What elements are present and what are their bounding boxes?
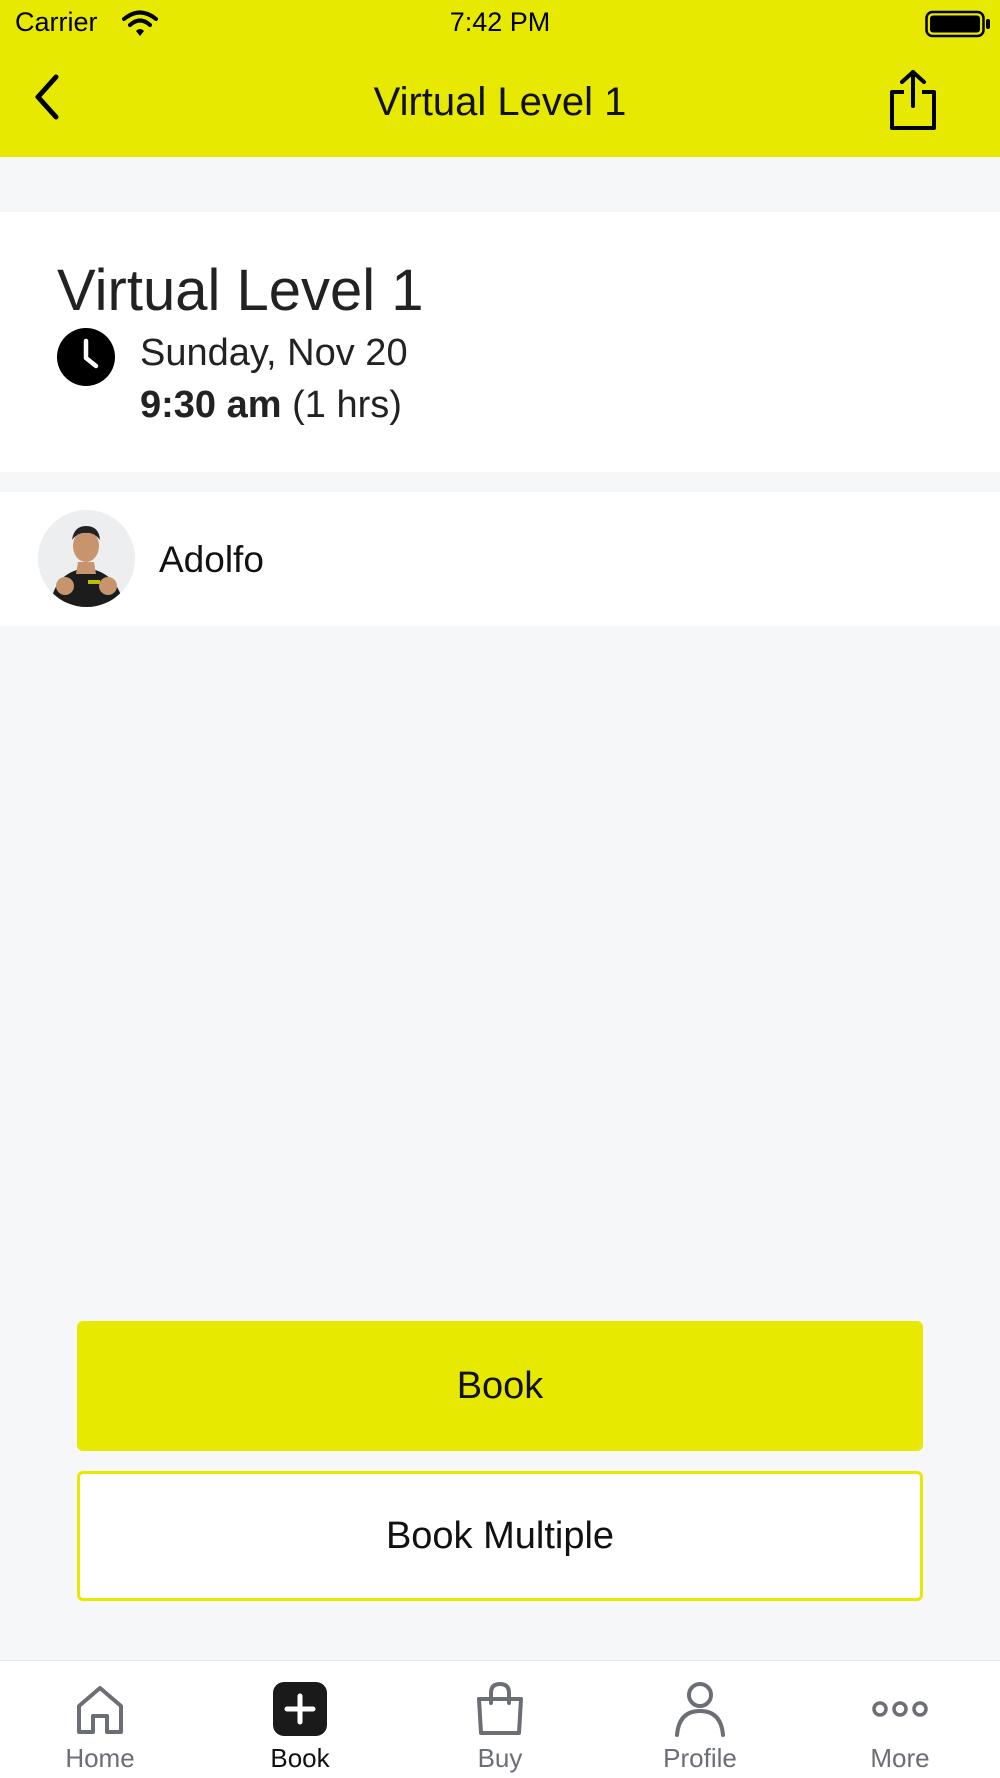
status-time: 7:42 PM bbox=[449, 7, 551, 37]
nav-bar: Virtual Level 1 bbox=[0, 46, 1000, 157]
instructor-avatar bbox=[38, 510, 135, 607]
clock-icon bbox=[57, 328, 115, 386]
status-bar: Carrier 7:42 PM bbox=[0, 0, 1000, 46]
share-button[interactable] bbox=[882, 66, 944, 134]
home-icon bbox=[70, 1679, 130, 1739]
tab-label: Home bbox=[65, 1743, 135, 1773]
tab-more[interactable]: More bbox=[800, 1661, 1000, 1778]
class-time: 9:30 am bbox=[140, 384, 282, 426]
tab-label: Profile bbox=[663, 1743, 737, 1773]
instructor-name: Adolfo bbox=[159, 539, 264, 580]
person-icon bbox=[670, 1679, 730, 1739]
page-title: Virtual Level 1 bbox=[373, 80, 627, 124]
tab-buy[interactable]: Buy bbox=[400, 1661, 600, 1778]
plus-square-icon bbox=[270, 1679, 330, 1739]
tab-home[interactable]: Home bbox=[0, 1661, 200, 1778]
share-icon bbox=[890, 70, 936, 130]
class-duration: (1 hrs) bbox=[292, 384, 402, 426]
tab-label: Book bbox=[270, 1743, 330, 1773]
tab-label: Buy bbox=[477, 1743, 523, 1773]
class-title: Virtual Level 1 bbox=[57, 258, 424, 323]
header: Carrier 7:42 PM Virtual Level 1 bbox=[0, 0, 1000, 157]
instructor-row[interactable]: Adolfo bbox=[0, 492, 1000, 626]
shopping-bag-icon bbox=[470, 1679, 530, 1739]
class-time-row: 9:30 am (1 hrs) bbox=[140, 384, 402, 427]
tab-label: More bbox=[870, 1743, 930, 1773]
class-details-card: Virtual Level 1 Sunday, Nov 20 9:30 am (… bbox=[0, 212, 1000, 472]
book-multiple-button[interactable]: Book Multiple bbox=[77, 1471, 923, 1601]
tab-book[interactable]: Book bbox=[200, 1661, 400, 1778]
battery-icon bbox=[925, 10, 990, 38]
more-dots-icon bbox=[870, 1679, 930, 1739]
class-date: Sunday, Nov 20 bbox=[140, 332, 408, 374]
tab-profile[interactable]: Profile bbox=[600, 1661, 800, 1778]
book-button[interactable]: Book bbox=[77, 1321, 923, 1451]
tab-bar: Home Book Buy Profile More bbox=[0, 1660, 1000, 1778]
